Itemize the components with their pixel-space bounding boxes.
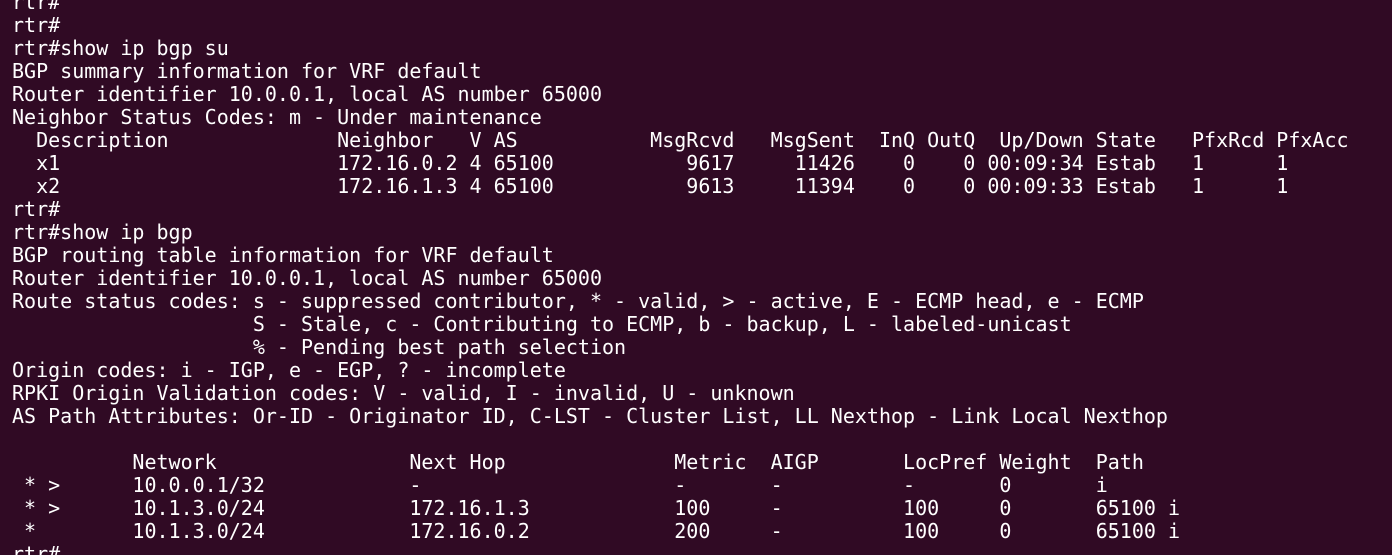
terminal-line: Router identifier 10.0.0.1, local AS num… (12, 266, 603, 290)
terminal-line: Description Neighbor V AS MsgRcvd MsgSen… (12, 128, 1349, 152)
terminal-line: BGP routing table information for VRF de… (12, 243, 554, 267)
terminal-line: * > 10.1.3.0/24 172.16.1.3 100 - 100 0 6… (12, 496, 1180, 520)
terminal-line: * 10.1.3.0/24 172.16.0.2 200 - 100 0 651… (12, 519, 1180, 543)
terminal-line: rtr# (12, 0, 61, 14)
terminal-window[interactable]: rtr# rtr# rtr#show ip bgp su BGP summary in… (0, 0, 1392, 555)
terminal-line: RPKI Origin Validation codes: V - valid,… (12, 381, 795, 405)
terminal-line: S - Stale, c - Contributing to ECMP, b -… (12, 312, 1072, 336)
terminal-line: x1 172.16.0.2 4 65100 9617 11426 0 0 00:… (12, 151, 1289, 175)
terminal-line: * > 10.0.0.1/32 - - - - 0 i (12, 473, 1108, 497)
terminal-line: Router identifier 10.0.0.1, local AS num… (12, 82, 603, 106)
terminal-line: rtr# (12, 13, 61, 37)
terminal-line: rtr#show ip bgp su (12, 36, 229, 60)
terminal-line: rtr# (12, 197, 61, 221)
terminal-line: rtr#show ip bgp (12, 220, 193, 244)
terminal-line: rtr# (12, 542, 61, 555)
terminal-line: BGP summary information for VRF default (12, 59, 482, 83)
terminal-line: % - Pending best path selection (12, 335, 627, 359)
terminal-line: Neighbor Status Codes: m - Under mainten… (12, 105, 542, 129)
terminal-output[interactable]: rtr# rtr# rtr#show ip bgp su BGP summary in… (0, 0, 1349, 555)
terminal-line: Origin codes: i - IGP, e - EGP, ? - inco… (12, 358, 566, 382)
terminal-line: Route status codes: s - suppressed contr… (12, 289, 1144, 313)
terminal-line: Network Next Hop Metric AIGP LocPref Wei… (12, 450, 1144, 474)
terminal-line: x2 172.16.1.3 4 65100 9613 11394 0 0 00:… (12, 174, 1289, 198)
terminal-line: AS Path Attributes: Or-ID - Originator I… (12, 404, 1168, 428)
